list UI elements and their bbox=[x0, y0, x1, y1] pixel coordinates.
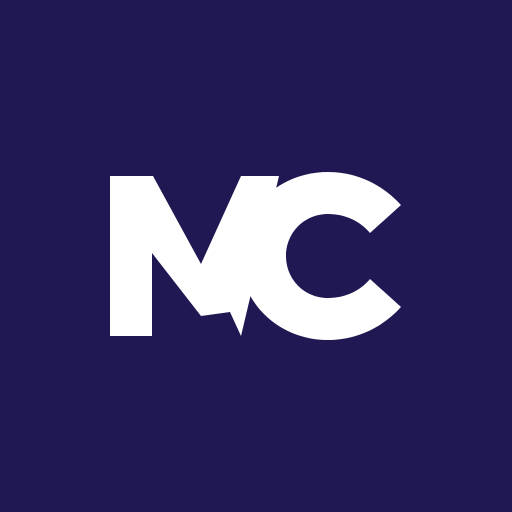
logo-tile bbox=[0, 0, 512, 512]
mc-logo-mark bbox=[0, 0, 512, 512]
